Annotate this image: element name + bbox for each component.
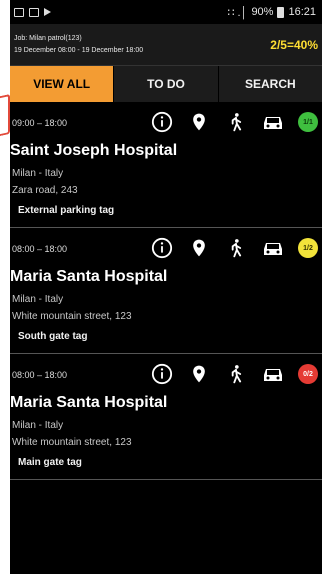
job-info: Job: Milan patrol(123) 19 December 08:00… (14, 33, 143, 57)
checkpoint-city: Milan - Italy (12, 168, 64, 179)
checkpoint-time: 09:00 – 18:00 (12, 118, 68, 128)
play-icon (44, 8, 51, 16)
job-label: Job: Milan patrol(123) (14, 34, 82, 42)
job-progress: 2/5=40% (270, 37, 318, 52)
car-icon[interactable] (261, 362, 285, 386)
tab-bar: VIEW ALL TO DO SEARCH (10, 66, 322, 102)
checkpoint-icons: 0/2 (150, 362, 318, 386)
checkpoint-tag: Main gate tag (18, 457, 82, 468)
walking-person-icon[interactable] (224, 362, 248, 386)
info-icon[interactable] (150, 362, 174, 386)
notification-icons (14, 7, 51, 17)
tab-search[interactable]: SEARCH (219, 66, 322, 102)
tab-to-do[interactable]: TO DO (114, 66, 219, 102)
checkpoint-address: Zara road, 243 (12, 185, 78, 196)
job-date-range: 19 December 08:00 - 19 December 18:00 (14, 46, 144, 54)
checkpoint-tag: External parking tag (18, 205, 115, 216)
annotation-mark (0, 93, 10, 137)
checkpoint-time: 08:00 – 18:00 (12, 370, 68, 380)
car-icon[interactable] (261, 236, 285, 260)
checkpoint-tag: South gate tag (18, 331, 88, 342)
location-pin-icon[interactable] (187, 362, 211, 386)
checkpoint-icons: 1/2 (150, 236, 318, 260)
status-bar: ∷ .│ 90% 16:21 (10, 0, 322, 24)
phone-screen: ∷ .│ 90% 16:21 Job: Milan patrol(123) 19… (10, 0, 322, 574)
checkpoint-list: 09:00 – 18:00 1/1 Saint Joseph Hospital Mil… (10, 102, 322, 480)
left-margin (0, 0, 10, 574)
info-icon[interactable] (150, 110, 174, 134)
checkpoint-time: 08:00 – 18:00 (12, 244, 68, 254)
signal-icon: ∷ .│ (227, 6, 248, 19)
image-icon (29, 7, 39, 17)
checkpoint-icons: 1/1 (150, 110, 318, 134)
walking-person-icon[interactable] (224, 236, 248, 260)
checkpoint-item[interactable]: 09:00 – 18:00 1/1 Saint Joseph Hospital Mil… (10, 102, 322, 228)
location-pin-icon[interactable] (187, 110, 211, 134)
battery-level: 90% (251, 6, 274, 18)
tag-count-badge: 1/2 (298, 238, 318, 258)
checkpoint-item[interactable]: 08:00 – 18:00 1/2 Maria Santa Hospital Mila… (10, 228, 322, 354)
checkpoint-name: Maria Santa Hospital (10, 394, 168, 411)
checkpoint-item[interactable]: 08:00 – 18:00 0/2 Maria Santa Hospital Mila… (10, 354, 322, 480)
walking-person-icon[interactable] (224, 110, 248, 134)
right-margin (322, 0, 326, 574)
checkpoint-address: White mountain street, 123 (12, 437, 132, 448)
checkpoint-name: Maria Santa Hospital (10, 268, 168, 285)
tag-count-badge: 0/2 (298, 364, 318, 384)
battery-icon (277, 6, 285, 18)
system-status: ∷ .│ 90% 16:21 (227, 6, 316, 19)
info-icon[interactable] (150, 236, 174, 260)
checkpoint-city: Milan - Italy (12, 420, 64, 431)
car-icon[interactable] (261, 110, 285, 134)
tag-count-badge: 1/1 (298, 112, 318, 132)
checkpoint-name: Saint Joseph Hospital (10, 142, 178, 159)
checkpoint-address: White mountain street, 123 (12, 311, 132, 322)
tab-view-all[interactable]: VIEW ALL (10, 66, 115, 102)
location-pin-icon[interactable] (187, 236, 211, 260)
gallery-icon (14, 7, 24, 17)
clock: 16:21 (288, 6, 316, 18)
checkpoint-city: Milan - Italy (12, 294, 64, 305)
job-header: Job: Milan patrol(123) 19 December 08:00… (10, 24, 322, 66)
